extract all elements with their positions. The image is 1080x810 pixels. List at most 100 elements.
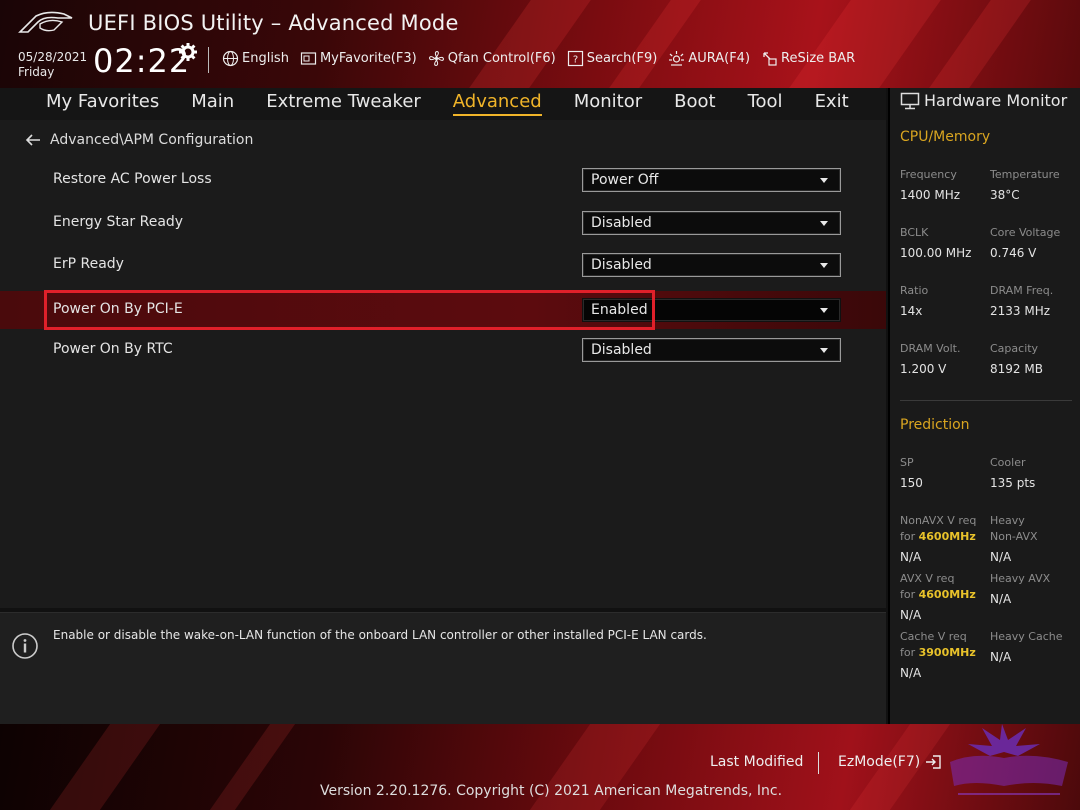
search-label: Search(F9)	[586, 51, 658, 66]
energy-star-ready-select[interactable]: Disabled	[582, 211, 841, 235]
ezmode-button[interactable]: EzMode(F7)	[838, 754, 942, 770]
header-separator	[208, 47, 209, 73]
erp-ready-select[interactable]: Disabled	[582, 253, 841, 277]
setting-row-restore-ac-power-loss[interactable]: Restore AC Power Loss Power Off	[0, 161, 886, 199]
ezmode-label: EzMode(F7)	[838, 754, 921, 770]
gear-icon[interactable]	[178, 42, 198, 62]
date-display: 05/28/2021 Friday	[18, 50, 87, 80]
section-divider	[900, 400, 1072, 401]
core-voltage-label: Core Voltage	[990, 226, 1061, 239]
sp-value: 150	[900, 476, 923, 490]
nonavx-frequency: 4600MHz	[918, 530, 976, 543]
breadcrumb[interactable]: Advanced\APM Configuration	[24, 132, 253, 148]
dram-volt-value: 1.200 V	[900, 362, 947, 376]
header-toolbar: English MyFavorite(F3) Qfan Control(F6) …	[222, 50, 855, 67]
qfan-control-button[interactable]: Qfan Control(F6)	[428, 50, 556, 67]
prediction-heading: Prediction	[900, 417, 970, 433]
tab-boot[interactable]: Boot	[658, 88, 731, 120]
setting-label: Power On By RTC	[53, 341, 173, 357]
day-text: Friday	[18, 65, 55, 79]
ratio-label: Ratio	[900, 284, 929, 297]
clock: 02:22	[93, 42, 191, 80]
back-arrow-icon[interactable]	[24, 133, 42, 147]
select-value: Disabled	[591, 342, 652, 358]
cooler-label: Cooler	[990, 456, 1026, 469]
myfavorite-label: MyFavorite(F3)	[319, 51, 417, 66]
setting-row-erp-ready[interactable]: ErP Ready Disabled	[0, 246, 886, 284]
resize-bar-icon	[763, 52, 777, 66]
monitor-icon	[900, 92, 920, 109]
for-label: for	[900, 530, 916, 543]
chevron-down-icon	[820, 221, 828, 226]
setting-label: Power On By PCI-E	[53, 301, 183, 317]
chevron-down-icon	[820, 308, 828, 313]
select-value: Disabled	[591, 257, 652, 273]
nonavx-value: N/A	[900, 550, 922, 564]
setting-label: Energy Star Ready	[53, 214, 184, 230]
bclk-label: BCLK	[900, 226, 929, 239]
tab-advanced[interactable]: Advanced	[437, 88, 558, 120]
frequency-value: 1400 MHz	[900, 188, 961, 202]
search-button[interactable]: ? Search(F9)	[567, 50, 658, 67]
select-value: Power Off	[591, 172, 659, 188]
nonavx-for-line: for 4600MHz	[900, 530, 976, 543]
frequency-label: Frequency	[900, 168, 957, 181]
cooler-value: 135 pts	[990, 476, 1036, 490]
tab-exit[interactable]: Exit	[799, 88, 865, 120]
cache-for-line: for 3900MHz	[900, 646, 976, 659]
dram-freq-value: 2133 MHz	[990, 304, 1051, 318]
chevron-down-icon	[820, 263, 828, 268]
help-text: Enable or disable the wake-on-LAN functi…	[53, 628, 707, 642]
resize-bar-label: ReSize BAR	[781, 51, 856, 66]
language-button[interactable]: English	[222, 50, 289, 67]
top-header: UEFI BIOS Utility – Advanced Mode 05/28/…	[0, 0, 1080, 88]
aura-icon	[669, 51, 685, 66]
main-nav: My Favorites Main Extreme Tweaker Advanc…	[0, 88, 886, 120]
bottom-footer: Last Modified EzMode(F7) Version 2.20.12…	[0, 724, 1080, 810]
myfavorite-button[interactable]: MyFavorite(F3)	[300, 50, 417, 67]
date-text: 05/28/2021	[18, 50, 88, 64]
power-on-by-pci-e-select[interactable]: Enabled	[582, 298, 841, 322]
tab-monitor[interactable]: Monitor	[558, 88, 658, 120]
tab-tool[interactable]: Tool	[732, 88, 799, 120]
restore-ac-power-loss-select[interactable]: Power Off	[582, 168, 841, 192]
rog-logo-icon	[18, 11, 73, 33]
exit-arrow-icon	[926, 755, 941, 769]
heavy-cache-label: Heavy Cache	[990, 630, 1063, 643]
setting-row-power-on-by-rtc[interactable]: Power On By RTC Disabled	[0, 331, 886, 369]
watermark-logo-icon	[950, 724, 1068, 795]
setting-label: Restore AC Power Loss	[53, 171, 212, 187]
heavy-nonavx-label-2: Non-AVX	[990, 530, 1038, 543]
capacity-label: Capacity	[990, 342, 1039, 355]
tab-main[interactable]: Main	[175, 88, 250, 120]
footer-separator	[818, 752, 819, 774]
cache-frequency: 3900MHz	[918, 646, 976, 659]
core-voltage-value: 0.746 V	[990, 246, 1037, 260]
tab-extreme-tweaker[interactable]: Extreme Tweaker	[250, 88, 437, 120]
select-value: Disabled	[591, 215, 652, 231]
power-on-by-rtc-select[interactable]: Disabled	[582, 338, 841, 362]
help-bar: Enable or disable the wake-on-LAN functi…	[0, 612, 886, 724]
for-label: for	[900, 646, 916, 659]
avx-label: AVX V req	[900, 572, 955, 585]
tab-my-favorites[interactable]: My Favorites	[30, 88, 175, 120]
temperature-value: 38°C	[990, 188, 1020, 202]
last-modified-button[interactable]: Last Modified	[710, 754, 803, 770]
setting-label: ErP Ready	[53, 256, 124, 272]
chevron-down-icon	[820, 178, 828, 183]
setting-row-power-on-by-pci-e[interactable]: Power On By PCI-E Enabled	[0, 291, 886, 329]
language-label: English	[242, 51, 289, 66]
app-title: UEFI BIOS Utility – Advanced Mode	[88, 11, 459, 35]
favorite-icon	[300, 52, 317, 65]
hardware-monitor-panel: Hardware Monitor CPU/Memory Frequency Te…	[888, 88, 1080, 724]
setting-row-energy-star-ready[interactable]: Energy Star Ready Disabled	[0, 204, 886, 242]
bclk-value: 100.00 MHz	[900, 246, 972, 260]
resize-bar-button[interactable]: ReSize BAR	[761, 50, 855, 67]
heavy-avx-label: Heavy AVX	[990, 572, 1051, 585]
ratio-value: 14x	[900, 304, 923, 318]
aura-button[interactable]: AURA(F4)	[668, 50, 750, 67]
nonavx-label: NonAVX V req	[900, 514, 977, 527]
dram-volt-label: DRAM Volt.	[900, 342, 961, 355]
temperature-label: Temperature	[990, 168, 1060, 181]
for-label: for	[900, 588, 916, 601]
